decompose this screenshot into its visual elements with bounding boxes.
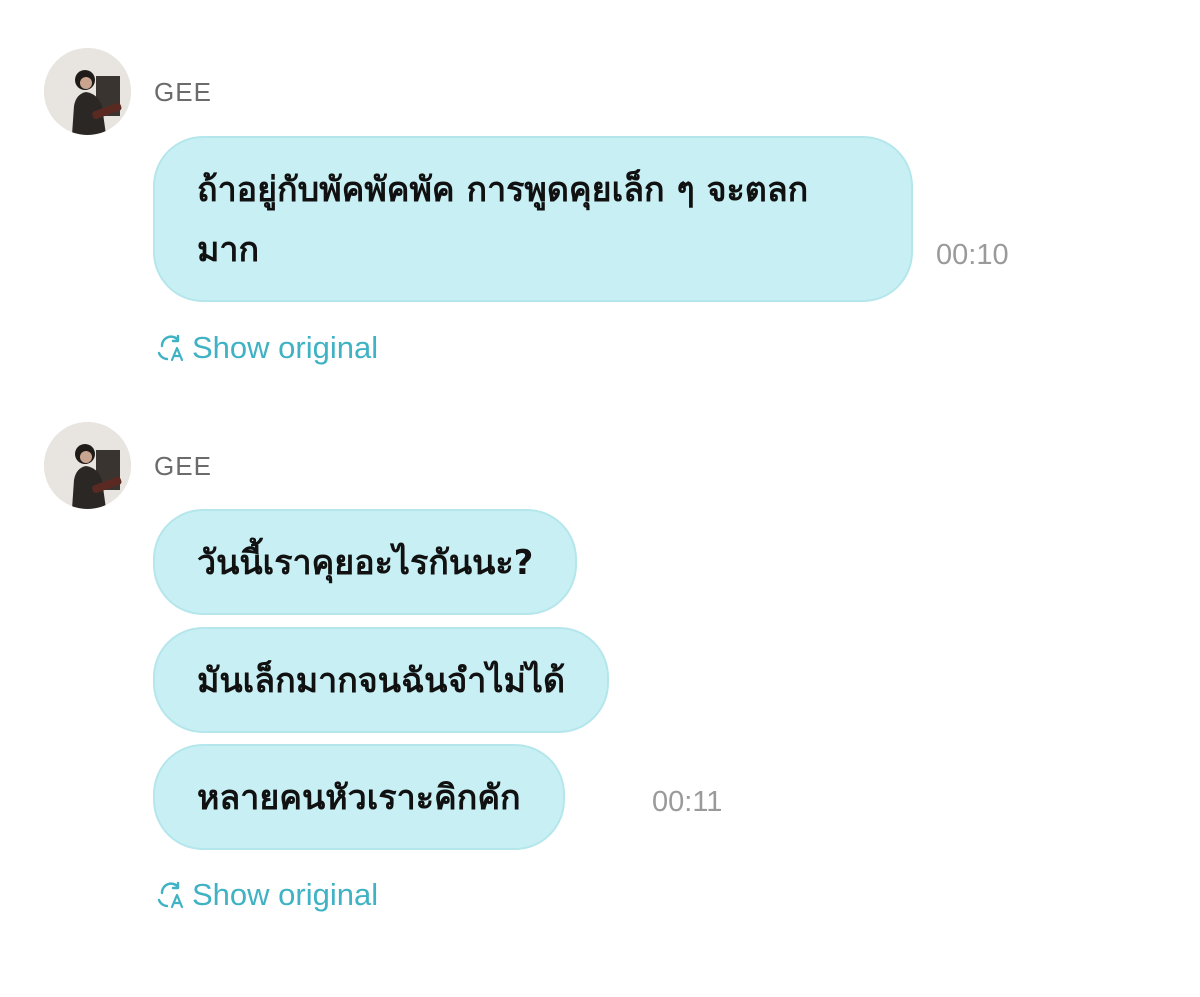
avatar-photo-icon <box>44 422 131 509</box>
message-bubble[interactable]: มันเล็กมากจนฉันจำไม่ได้ <box>153 627 610 733</box>
show-original-link[interactable]: Show original <box>156 877 378 913</box>
translate-icon <box>157 334 184 362</box>
sender-avatar[interactable] <box>44 422 131 509</box>
show-original-label: Show original <box>192 330 379 365</box>
message-time: 00:10 <box>936 239 1009 271</box>
message-bubble[interactable]: วันนี้เราคุยอะไรกันนะ? <box>153 509 578 615</box>
sender-name: GEE <box>154 451 212 481</box>
avatar-photo-icon <box>44 48 131 135</box>
show-original-label: Show original <box>192 877 379 912</box>
sender-name: GEE <box>154 77 212 107</box>
sender-avatar[interactable] <box>44 48 131 135</box>
message-time: 00:11 <box>652 786 723 818</box>
message-bubble[interactable]: ถ้าอยู่กับพัคพัคพัค การพูดคุยเล็ก ๆ จะตล… <box>153 136 913 302</box>
message-bubble[interactable]: หลายคนหัวเราะคิกคัก <box>153 744 565 850</box>
show-original-link[interactable]: Show original <box>156 330 378 366</box>
translate-icon <box>157 881 184 909</box>
